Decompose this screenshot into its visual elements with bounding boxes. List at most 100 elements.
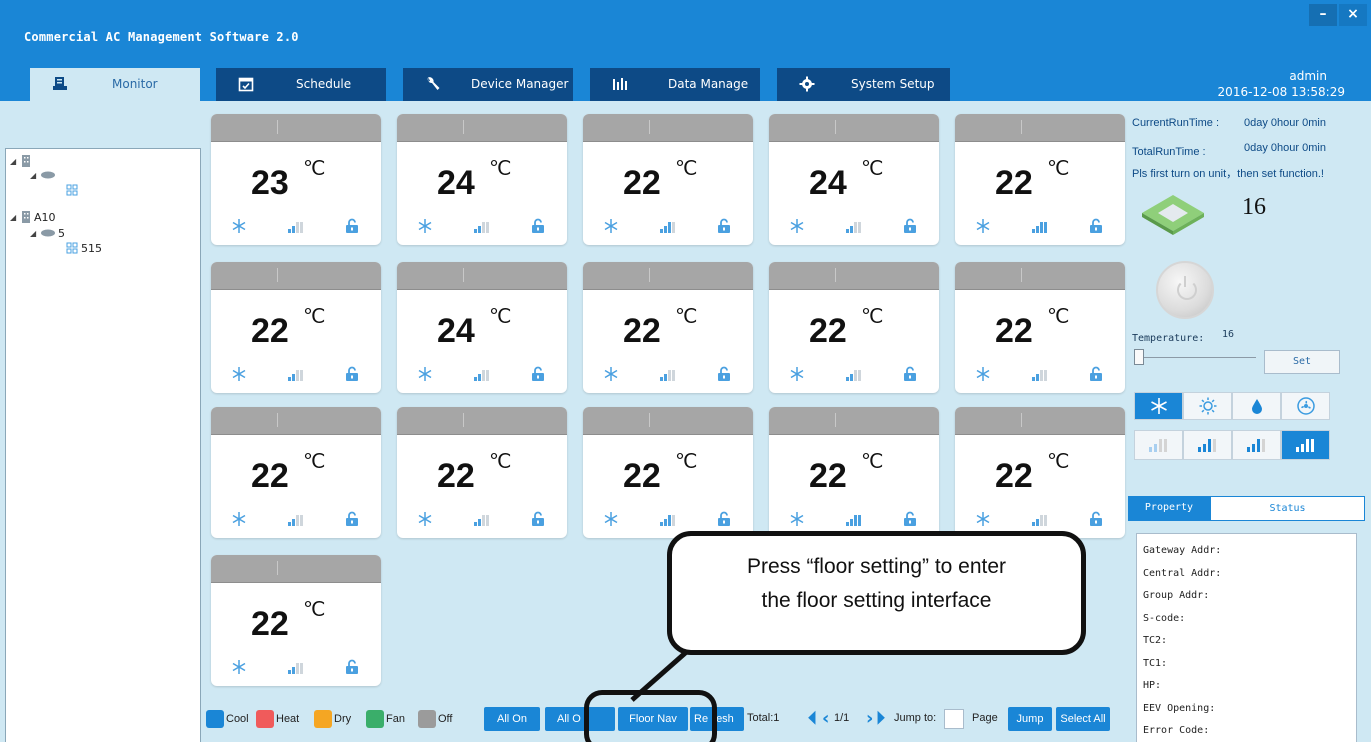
temperature-slider-track[interactable] [1144,357,1256,358]
unlock-icon [1089,218,1103,238]
tab-status[interactable]: Status [1210,496,1365,521]
all-on-button[interactable]: All On [484,707,540,731]
unlock-icon [345,366,359,386]
fan-speed-icon [1031,367,1051,386]
unit-temperature-unit: ℃ [861,306,884,328]
unit-temperature: 22 [251,457,289,495]
unit-status-bar [769,407,939,435]
ac-unit-card[interactable]: 24 ℃ [397,114,567,245]
ac-unit-card[interactable]: 24 ℃ [769,114,939,245]
unit-temperature-unit: ℃ [675,158,698,180]
property-tc1: TC1: [1143,657,1168,669]
set-temperature-button[interactable]: Set [1264,350,1340,374]
unlock-icon [1089,366,1103,386]
mode-heat-button[interactable] [1183,392,1232,420]
ac-unit-card[interactable]: 22 ℃ [955,114,1125,245]
jump-page-input[interactable] [944,709,964,729]
property-gateway-addr: Gateway Addr: [1143,545,1222,556]
tab-property[interactable]: Property [1128,496,1210,521]
select-all-button[interactable]: Select All [1056,707,1110,731]
ac-unit-card[interactable]: 22 ℃ [583,407,753,538]
mode-fan-button[interactable] [1281,392,1330,420]
tab-schedule-label: Schedule [296,77,352,91]
unit-status-divider [1021,120,1022,134]
tab-device-manager[interactable]: Device Manager [403,68,573,101]
unit-status-bar [583,262,753,290]
tab-schedule[interactable]: Schedule [216,68,386,101]
unit-temperature: 22 [809,312,847,350]
ac-unit-card[interactable]: 22 ℃ [769,262,939,393]
unit-status-icons [975,511,1105,527]
next-page-icon[interactable]: › [866,708,873,729]
tree-node-room-515[interactable]: 515 [66,241,102,255]
unit-status-bar [769,262,939,290]
unit-status-icons [789,366,919,382]
snowflake-icon [417,366,433,386]
snowflake-icon [603,366,619,386]
unit-temperature-unit: ℃ [303,306,326,328]
ac-unit-card[interactable]: 23 ℃ [211,114,381,245]
legend-swatch [314,710,332,728]
calendar-icon [238,77,254,92]
tree-node-building-a10[interactable]: ◢ A10 [10,210,56,224]
unit-temperature: 24 [809,164,847,202]
tree-node-floor[interactable]: ◢ [30,168,56,182]
unlock-icon [531,511,545,531]
unit-status-icons [603,366,733,382]
tab-device-manager-label: Device Manager [471,77,569,91]
unit-status-bar [397,407,567,435]
jump-button[interactable]: Jump [1008,707,1052,731]
fan-speed-auto-button[interactable] [1134,430,1183,460]
legend-cool: Cool [206,709,249,729]
app-title: Commercial AC Management Software 2.0 [24,30,299,44]
unit-temperature: 22 [623,164,661,202]
unit-temperature-unit: ℃ [489,306,512,328]
callout-line-1: Press “floor setting” to enter [746,555,1007,578]
page-label: Page [972,712,998,724]
first-page-icon[interactable]: ⏴ [808,708,817,729]
close-button[interactable]: × [1339,4,1367,26]
property-eev-opening: EEV Opening: [1143,702,1216,714]
temperature-label: Temperature: [1132,333,1205,344]
legend-label: Fan [386,713,405,725]
ac-unit-card[interactable]: 22 ℃ [583,262,753,393]
fan-speed-low-button[interactable] [1183,430,1232,460]
fan-speed-icon [845,512,865,531]
fan-speed-mid-button[interactable] [1232,430,1281,460]
unit-status-bar [397,262,567,290]
ac-unit-card[interactable]: 24 ℃ [397,262,567,393]
unlock-icon [717,218,731,238]
power-icon [1184,276,1186,287]
ac-unit-card[interactable]: 22 ℃ [211,407,381,538]
tab-data-manage[interactable]: Data Manage [590,68,760,101]
mode-cool-button[interactable] [1134,392,1183,420]
snowflake-icon [231,366,247,386]
unit-temperature-unit: ℃ [489,158,512,180]
monitor-icon [53,77,67,90]
prev-page-icon[interactable]: ‹ [822,708,829,729]
power-button[interactable] [1156,261,1214,319]
last-page-icon[interactable]: ⏵ [876,708,885,729]
fan-speed-icon [287,219,307,238]
tab-monitor[interactable]: Monitor [30,68,200,101]
ac-unit-card[interactable]: 22 ℃ [955,262,1125,393]
ac-unit-card[interactable]: 22 ℃ [955,407,1125,538]
tree-node-building[interactable]: ◢ [10,154,32,168]
ac-unit-card[interactable]: 22 ℃ [583,114,753,245]
temperature-value: 16 [1222,329,1235,340]
callout-highlight-ring [584,690,717,742]
page-info: 1/1 [834,712,850,724]
ac-unit-card[interactable]: 22 ℃ [397,407,567,538]
ac-unit-card[interactable]: 22 ℃ [769,407,939,538]
ac-unit-card[interactable]: 22 ℃ [211,262,381,393]
tab-system-setup[interactable]: System Setup [777,68,950,101]
temperature-slider-handle[interactable] [1134,349,1144,365]
ac-unit-card[interactable]: 22 ℃ [211,555,381,686]
tree-node-floor-5[interactable]: ◢ 5 [30,226,65,240]
tree-node-room[interactable] [66,183,78,197]
fan-speed-high-button[interactable] [1281,430,1330,460]
mode-dry-button[interactable] [1232,392,1281,420]
window-controls: – × [1309,4,1367,26]
property-group-addr: Group Addr: [1143,590,1210,601]
minimize-button[interactable]: – [1309,4,1337,26]
